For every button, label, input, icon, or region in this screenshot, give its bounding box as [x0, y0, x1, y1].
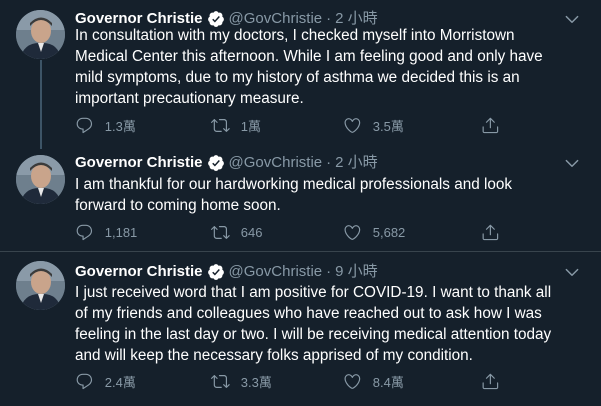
retweet-count: 646 [240, 224, 263, 240]
reply-button[interactable]: 1,181 [75, 220, 137, 244]
like-count: 8.4萬 [372, 374, 404, 390]
tweet-actions: 2.4萬 3.3萬 8.4萬 [75, 369, 505, 393]
chevron-down-icon[interactable] [563, 154, 581, 172]
share-icon [482, 224, 499, 240]
tweet-text: I am thankful for our hardworking medica… [75, 176, 513, 214]
avatar-image [16, 261, 65, 310]
like-count: 3.5萬 [372, 118, 404, 134]
reply-count: 2.4萬 [104, 374, 136, 390]
tweet-text: In consultation with my doctors, I check… [75, 27, 543, 107]
separator-dot: · [326, 154, 332, 171]
share-button[interactable] [481, 113, 511, 137]
share-button[interactable] [481, 369, 511, 393]
tweet-header: Governor Christie @GovChristie · 9 小時 [75, 262, 378, 282]
retweet-button[interactable]: 646 [211, 220, 262, 244]
author-handle[interactable]: @GovChristie [229, 262, 323, 282]
retweet-count: 1萬 [240, 118, 261, 134]
verified-badge-icon [207, 263, 225, 281]
retweet-icon [211, 225, 230, 239]
tweet-text: I just received word that I am positive … [75, 284, 552, 364]
like-button[interactable]: 3.5萬 [343, 113, 404, 137]
author-name[interactable]: Governor Christie [75, 153, 203, 173]
retweet-icon [211, 374, 230, 388]
like-count: 5,682 [372, 224, 406, 240]
reply-count: 1,181 [104, 224, 138, 240]
thread-connector-line [40, 60, 42, 149]
reply-icon [76, 373, 93, 389]
author-handle[interactable]: @GovChristie [229, 153, 323, 173]
tweet-header: Governor Christie @GovChristie · 2 小時 [75, 153, 378, 173]
reply-icon [76, 117, 93, 133]
avatar[interactable] [16, 10, 65, 59]
like-icon [344, 117, 361, 133]
like-button[interactable]: 8.4萬 [343, 369, 404, 393]
share-button[interactable] [481, 220, 511, 244]
retweet-button[interactable]: 1萬 [211, 113, 261, 137]
like-icon [344, 373, 361, 389]
like-button[interactable]: 5,682 [343, 220, 405, 244]
chevron-down-icon[interactable] [563, 263, 581, 281]
reply-count: 1.3萬 [104, 118, 136, 134]
reply-icon [76, 224, 93, 240]
reply-button[interactable]: 2.4萬 [75, 369, 136, 393]
verified-badge-icon [207, 154, 225, 172]
author-name[interactable]: Governor Christie [75, 262, 203, 282]
tweet-actions: 1,181 646 5,682 [75, 220, 505, 244]
avatar-image [16, 155, 65, 204]
timestamp[interactable]: 2 小時 [335, 153, 378, 173]
share-icon [482, 117, 499, 133]
timestamp[interactable]: 9 小時 [335, 262, 378, 282]
separator-dot: · [326, 263, 332, 280]
like-icon [344, 224, 361, 240]
avatar[interactable] [16, 261, 65, 310]
retweet-button[interactable]: 3.3萬 [211, 369, 272, 393]
reply-button[interactable]: 1.3萬 [75, 113, 136, 137]
retweet-count: 3.3萬 [240, 374, 272, 390]
tweet-actions: 1.3萬 1萬 3.5萬 [75, 113, 505, 137]
avatar[interactable] [16, 155, 65, 204]
share-icon [482, 373, 499, 389]
retweet-icon [211, 118, 230, 132]
avatar-image [16, 10, 65, 59]
